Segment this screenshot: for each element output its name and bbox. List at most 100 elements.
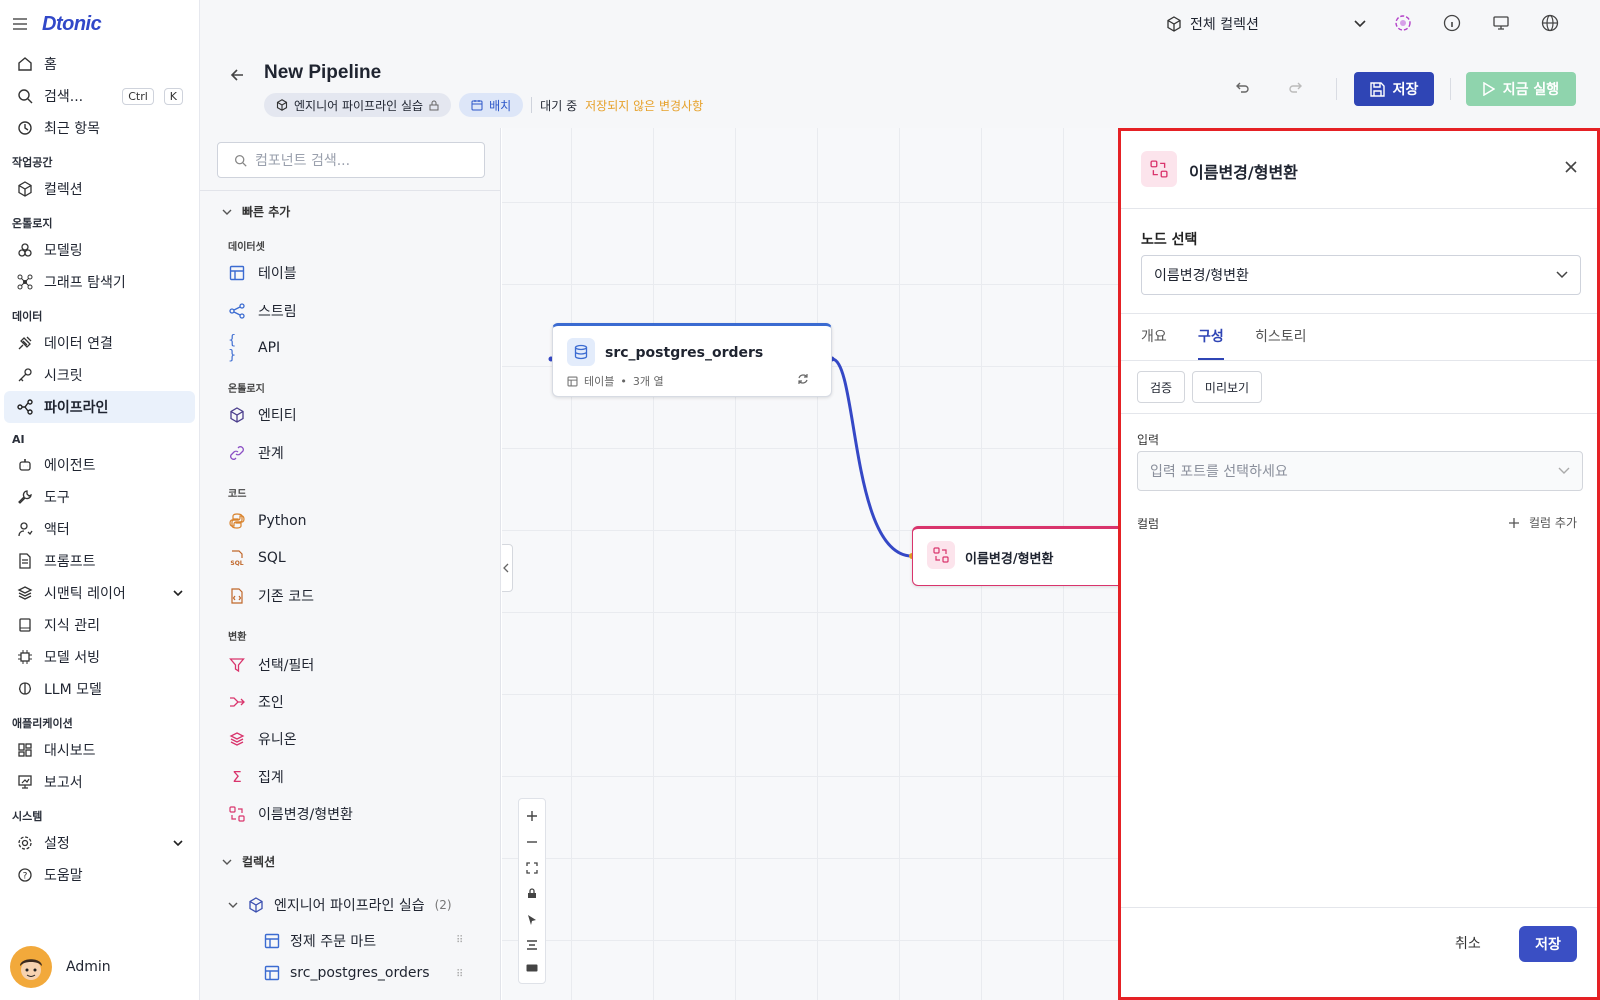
back-arrow-icon[interactable] <box>230 68 244 82</box>
batch-chip[interactable]: 배치 <box>459 93 524 117</box>
component-legacy-code[interactable]: 기존 코드 <box>228 586 314 606</box>
nav-section-app: 애플리케이션 <box>12 717 73 730</box>
component-stream[interactable]: 스트림 <box>228 301 297 321</box>
collections-header[interactable]: 컬렉션 <box>222 853 275 870</box>
nav-recent[interactable]: 최근 항목 <box>4 112 195 144</box>
drag-handle-icon[interactable]: ⠿ <box>456 935 463 946</box>
component-python[interactable]: Python <box>228 512 307 530</box>
item-count: (2) <box>434 898 452 912</box>
quick-add-header[interactable]: 빠른 추가 <box>222 203 290 220</box>
project-chip[interactable]: 엔지니어 파이프라인 실습 <box>264 93 452 117</box>
globe-icon[interactable] <box>1541 14 1561 34</box>
nav-graph-explorer[interactable]: 그래프 탐색기 <box>4 266 195 298</box>
pointer-icon[interactable] <box>527 914 537 926</box>
cube-icon <box>1166 16 1182 32</box>
source-node[interactable]: src_postgres_orders 테이블 • 3개 열 <box>552 323 832 397</box>
component-union[interactable]: 유니온 <box>228 729 297 749</box>
node-select[interactable]: 이름변경/형변환 <box>1141 255 1581 295</box>
nav-collection[interactable]: 컬렉션 <box>4 173 195 205</box>
collection-select[interactable]: 전체 컬렉션 <box>1166 12 1366 36</box>
component-aggregate[interactable]: Σ 집계 <box>228 767 284 787</box>
component-sql[interactable]: SQL SQL <box>228 549 285 567</box>
component-join[interactable]: 조인 <box>228 692 284 712</box>
validate-button[interactable]: 검증 <box>1137 371 1185 403</box>
tab-config[interactable]: 구성 <box>1198 326 1224 346</box>
zoom-out-icon[interactable] <box>526 836 538 848</box>
nav-search[interactable]: 검색... Ctrl K <box>4 80 195 112</box>
tab-overview[interactable]: 개요 <box>1141 326 1167 346</box>
user-profile[interactable]: Admin <box>10 946 111 988</box>
nav-model-serving[interactable]: 모델 서빙 <box>4 641 195 673</box>
cancel-button[interactable]: 취소 <box>1455 933 1481 953</box>
panel-title: 이름변경/형변환 <box>1189 163 1298 182</box>
component-search-input[interactable]: 컴포넌트 검색... <box>217 142 485 178</box>
kbd-k: K <box>163 87 183 105</box>
undo-icon[interactable] <box>1234 80 1252 98</box>
nav-dashboard[interactable]: 대시보드 <box>4 734 195 766</box>
tree-project[interactable]: 엔지니어 파이프라인 실습 (2) <box>228 895 452 915</box>
chevron-down-icon[interactable] <box>173 590 183 596</box>
save-button[interactable]: 저장 <box>1354 72 1434 106</box>
nav-knowledge[interactable]: 지식 관리 <box>4 609 195 641</box>
redo-icon[interactable] <box>1288 80 1306 98</box>
lock-icon[interactable] <box>527 888 537 899</box>
nav-pipeline[interactable]: 파이프라인 <box>4 391 195 423</box>
plug-icon <box>16 334 34 352</box>
add-column-button[interactable]: 컬럼 추가 <box>1509 514 1577 531</box>
nav-home[interactable]: 홈 <box>4 48 195 80</box>
gear-icon <box>16 834 34 852</box>
layers-icon <box>16 584 34 602</box>
component-table[interactable]: 테이블 <box>228 263 297 283</box>
input-port-select[interactable]: 입력 포트를 선택하세요 <box>1137 451 1583 491</box>
nav-modeling[interactable]: 모델링 <box>4 234 195 266</box>
panel-save-button[interactable]: 저장 <box>1519 926 1577 962</box>
nav-report[interactable]: 보고서 <box>4 766 195 798</box>
nav-data-connection[interactable]: 데이터 연결 <box>4 327 195 359</box>
info-icon[interactable] <box>1443 14 1463 34</box>
nav-help[interactable]: ? 도움말 <box>4 859 195 891</box>
logo[interactable]: Dtonic <box>42 13 102 36</box>
nav-settings[interactable]: 설정 <box>4 827 195 859</box>
align-icon[interactable] <box>526 940 538 950</box>
nav-secret[interactable]: 시크릿 <box>4 359 195 391</box>
nav-tool[interactable]: 도구 <box>4 481 195 513</box>
svg-text:?: ? <box>23 872 28 882</box>
nav-agent[interactable]: 에이전트 <box>4 449 195 481</box>
tab-history[interactable]: 히스토리 <box>1255 326 1307 346</box>
unsaved-indicator: 저장되지 않은 변경사항 <box>585 98 704 113</box>
nav-section-system: 시스템 <box>12 810 43 823</box>
pipeline-canvas[interactable]: src_postgres_orders 테이블 • 3개 열 이름변경/형변환 <box>502 128 1118 1000</box>
preview-button[interactable]: 미리보기 <box>1192 371 1262 403</box>
zoom-in-icon[interactable] <box>526 810 538 822</box>
table-icon <box>264 965 280 981</box>
fit-view-icon[interactable] <box>526 862 538 874</box>
swap-icon <box>228 805 246 823</box>
component-api[interactable]: { } API <box>228 333 280 363</box>
menu-icon[interactable] <box>12 17 28 31</box>
monitor-icon[interactable] <box>1492 14 1512 34</box>
divider <box>200 190 500 191</box>
component-entity[interactable]: 엔티티 <box>228 405 297 425</box>
component-rename[interactable]: 이름변경/형변환 <box>228 804 353 824</box>
refresh-icon[interactable] <box>797 373 809 385</box>
nav-llm[interactable]: LLM 모델 <box>4 673 195 705</box>
run-now-button[interactable]: 지금 실행 <box>1466 72 1576 106</box>
component-filter[interactable]: 선택/필터 <box>228 655 314 675</box>
code-heading: 코드 <box>228 489 247 500</box>
llm-logo-icon[interactable] <box>1394 14 1414 34</box>
chevron-down-icon[interactable] <box>173 840 183 846</box>
nav-actor[interactable]: 액터 <box>4 513 195 545</box>
tree-item[interactable]: src_postgres_orders <box>264 965 430 981</box>
rename-node[interactable]: 이름변경/형변환 <box>912 526 1118 586</box>
keyboard-icon[interactable] <box>526 964 538 972</box>
chevron-down-icon <box>1558 467 1570 475</box>
page-title[interactable]: New Pipeline <box>264 62 381 84</box>
component-relation[interactable]: 관계 <box>228 443 284 463</box>
nav-semantic-layer[interactable]: 시맨틱 레이어 <box>4 577 195 609</box>
nav-prompt[interactable]: 프롬프트 <box>4 545 195 577</box>
node-config-panel: 이름변경/형변환 노드 선택 이름변경/형변환 개요 구성 히스토리 검증 미리… <box>1118 128 1600 1000</box>
close-icon[interactable] <box>1565 161 1577 173</box>
tree-item[interactable]: 정제 주문 마트 <box>264 931 376 951</box>
ontology-heading: 온톨로지 <box>228 384 265 395</box>
drag-handle-icon[interactable]: ⠿ <box>456 969 463 980</box>
